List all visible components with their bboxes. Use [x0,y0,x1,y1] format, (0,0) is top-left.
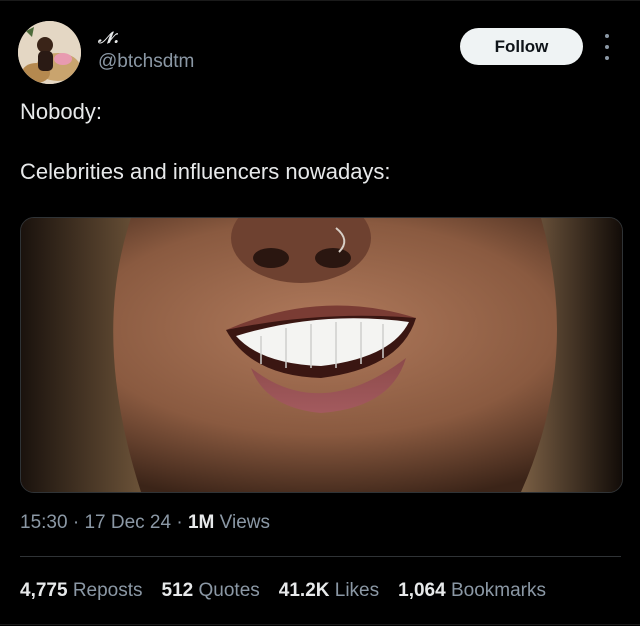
stat-bookmarks[interactable]: 1,064 Bookmarks [398,580,546,602]
views-count: 1M [187,512,215,533]
tweet-meta: 15:30 · 17 Dec 24 · 1M Views [20,512,270,533]
top-border [0,0,640,1]
more-options-icon[interactable] [600,34,614,60]
stat-quotes[interactable]: 512 Quotes [162,580,260,602]
follow-button[interactable]: Follow [460,28,583,65]
engagement-stats: 4,775 Reposts 512 Quotes 41.2K Likes 1,0… [20,580,546,602]
stat-likes[interactable]: 41.2K Likes [279,580,379,602]
handle[interactable]: @btchsdtm [98,51,194,73]
avatar[interactable] [18,21,81,84]
bottom-border [0,624,640,625]
stat-reposts[interactable]: 4,775 Reposts [20,580,143,602]
tweet-date[interactable]: 17 Dec 24 [84,512,171,533]
tweet-line-2: Celebrities and influencers nowadays: [20,159,391,184]
tweet-line-1: Nobody: [20,99,102,124]
tweet-media[interactable] [20,217,623,493]
tweet-time[interactable]: 15:30 [20,512,68,533]
tweet-text: Nobody: Celebrities and influencers nowa… [20,97,620,187]
display-name[interactable]: 𝒩. [98,28,119,48]
views-label: Views [219,512,270,533]
divider [20,556,621,557]
